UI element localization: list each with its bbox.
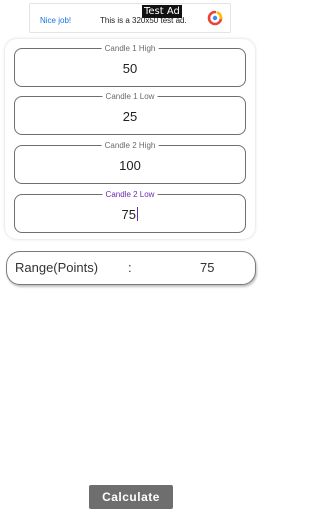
- candle-2-high-field[interactable]: Candle 2 High 100: [14, 140, 246, 184]
- candle-2-low-label: Candle 2 Low: [102, 189, 158, 200]
- candle-1-high-input[interactable]: 50: [15, 61, 245, 77]
- ad-banner[interactable]: Test Ad Nice job! This is a 320x50 test …: [29, 3, 231, 33]
- candle-2-low-value: 75: [121, 207, 136, 222]
- range-label: Range(Points): [15, 260, 99, 275]
- candle-2-high-input[interactable]: 100: [15, 158, 245, 174]
- candle-1-high-field[interactable]: Candle 1 High 50: [14, 43, 246, 87]
- range-value: 75: [200, 260, 215, 275]
- candle-1-low-label: Candle 1 Low: [102, 91, 158, 102]
- candle-input-card: Candle 1 High 50 Candle 1 Low 25 Candle …: [5, 39, 255, 239]
- candle-2-high-label: Candle 2 High: [101, 140, 159, 151]
- text-caret: [136, 207, 139, 221]
- range-result-row: Range(Points) : 75: [6, 251, 256, 285]
- candle-2-low-field[interactable]: Candle 2 Low 75: [14, 189, 246, 233]
- candle-1-high-label: Candle 1 High: [101, 43, 159, 54]
- candle-2-low-input[interactable]: 75: [15, 207, 245, 223]
- candle-1-low-field[interactable]: Candle 1 Low 25: [14, 91, 246, 135]
- range-separator: :: [128, 260, 132, 275]
- calculate-button[interactable]: Calculate: [89, 485, 173, 509]
- admob-logo-icon: [207, 10, 223, 26]
- ad-headline[interactable]: Nice job!: [40, 16, 71, 25]
- candle-1-low-input[interactable]: 25: [15, 109, 245, 125]
- ad-text: This is a 320x50 test ad.: [100, 16, 187, 25]
